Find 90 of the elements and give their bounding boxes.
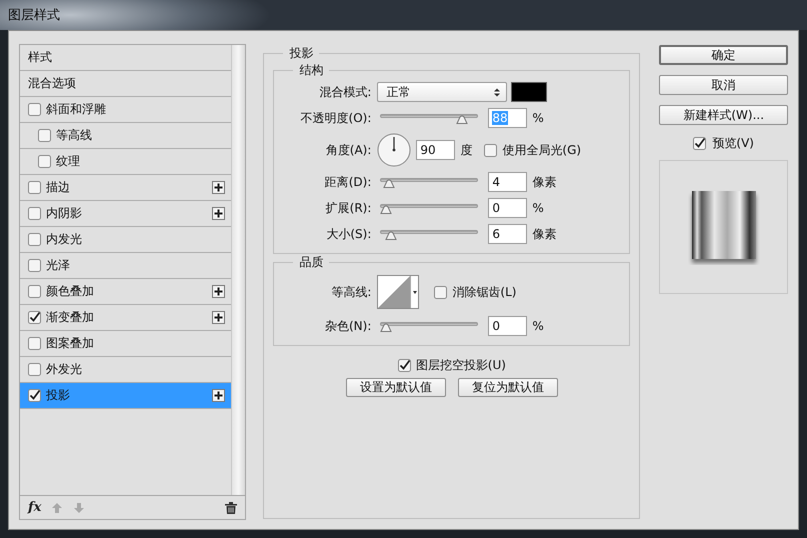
checkbox[interactable] — [398, 359, 411, 372]
style-list-item[interactable]: 斜面和浮雕 — [20, 97, 232, 123]
checkbox[interactable] — [28, 207, 41, 220]
checkbox[interactable] — [28, 233, 41, 246]
field-label: 等高线: — [330, 284, 372, 300]
dialog-button[interactable]: 确定 — [659, 45, 788, 65]
slider-thumb[interactable] — [380, 205, 392, 214]
slider-track[interactable] — [380, 111, 478, 125]
slider-thumb[interactable] — [456, 115, 468, 124]
checkbox[interactable] — [28, 285, 41, 298]
unit-label: % — [532, 201, 544, 215]
style-list-item[interactable]: 纹理 — [20, 149, 232, 175]
field-label: 杂色(N): — [324, 318, 372, 334]
style-list-item[interactable]: 内发光 — [20, 227, 232, 253]
checkbox[interactable] — [38, 129, 51, 142]
plus-icon — [214, 209, 224, 218]
checkbox[interactable] — [28, 363, 41, 376]
selected-text: 88 — [492, 111, 508, 125]
slider-track[interactable] — [380, 175, 478, 189]
field-label: 大小(S): — [325, 226, 372, 242]
dialog-button[interactable]: 新建样式(W)... — [659, 105, 788, 125]
slider-track[interactable] — [380, 319, 478, 333]
slider-thumb[interactable] — [382, 179, 395, 188]
style-list-item[interactable]: 图案叠加 — [20, 331, 232, 357]
scrollbar[interactable] — [231, 45, 246, 495]
slider-thumb[interactable] — [380, 323, 392, 332]
section-title: 品质 — [298, 254, 324, 271]
stepper-icon — [494, 88, 500, 96]
unit-label: % — [532, 319, 544, 333]
unit-label: 度 — [460, 142, 472, 158]
unit-label: 像素 — [532, 226, 556, 242]
effects-button[interactable]: fx — [28, 500, 42, 515]
checkbox[interactable] — [28, 103, 41, 116]
plus-icon — [214, 313, 224, 322]
trash-icon[interactable] — [225, 502, 238, 514]
style-list-item[interactable]: 投影 — [20, 383, 232, 409]
up-arrow-icon[interactable] — [51, 502, 64, 514]
angle-dial[interactable] — [377, 133, 412, 167]
style-list-item[interactable]: 光泽 — [20, 253, 232, 279]
style-list-item[interactable]: 颜色叠加 — [20, 279, 232, 305]
default-button[interactable]: 复位为默认值 — [458, 378, 558, 397]
style-list-item[interactable]: 描边 — [20, 175, 232, 201]
add-button[interactable] — [212, 181, 226, 194]
checkbox[interactable] — [38, 155, 51, 168]
field-label: 混合模式: — [318, 84, 372, 100]
style-list-item[interactable]: 等高线 — [20, 123, 232, 149]
style-list-item[interactable]: 内阴影 — [20, 201, 232, 227]
contour-picker[interactable] — [377, 275, 420, 309]
checkbox[interactable] — [28, 259, 41, 272]
default-button[interactable]: 设置为默认值 — [346, 378, 446, 397]
panel-title: 投影 — [288, 45, 314, 62]
field-label: 扩展(R): — [324, 200, 372, 216]
checkbox-label: 消除锯齿(L) — [452, 284, 516, 300]
add-button[interactable] — [212, 207, 226, 220]
unit-label: % — [532, 111, 544, 125]
section-title: 结构 — [298, 62, 324, 79]
value-field[interactable]: 0 — [488, 316, 528, 336]
style-list-item[interactable]: 渐变叠加 — [20, 305, 232, 331]
dialog-button[interactable]: 取消 — [659, 75, 788, 95]
slider-thumb[interactable] — [384, 231, 397, 240]
blend-mode-dropdown[interactable]: 正常 — [377, 82, 508, 102]
field-label: 距离(D): — [324, 174, 372, 190]
unit-label: 像素 — [532, 174, 556, 190]
value-field[interactable]: 4 — [488, 172, 528, 192]
value-field[interactable]: 6 — [488, 224, 528, 244]
add-button[interactable] — [212, 389, 226, 402]
plus-icon — [214, 183, 224, 192]
window-title: 图层样式 — [8, 7, 60, 24]
checkbox[interactable] — [28, 311, 41, 324]
checkbox[interactable] — [693, 137, 706, 150]
checkbox-label: 图层挖空投影(U) — [416, 357, 506, 374]
checkbox[interactable] — [434, 286, 448, 298]
field-label: 不透明度(O): — [300, 110, 372, 126]
checkbox[interactable] — [28, 181, 41, 194]
checkbox[interactable] — [28, 337, 41, 350]
slider-track[interactable] — [380, 201, 478, 215]
checkbox-label: 预览(V) — [712, 135, 754, 152]
slider-track[interactable] — [380, 227, 478, 241]
down-arrow-icon[interactable] — [73, 502, 86, 514]
checkbox[interactable] — [484, 144, 498, 156]
checkbox-label: 使用全局光(G) — [502, 142, 582, 158]
value-field[interactable]: 0 — [488, 198, 528, 218]
value-field[interactable]: 90 — [416, 140, 456, 160]
color-swatch[interactable] — [511, 82, 548, 102]
plus-icon — [214, 287, 224, 296]
checkbox[interactable] — [28, 389, 41, 402]
field-label: 角度(A): — [324, 142, 372, 158]
plus-icon — [214, 391, 224, 400]
add-button[interactable] — [212, 285, 226, 298]
add-button[interactable] — [212, 311, 226, 324]
